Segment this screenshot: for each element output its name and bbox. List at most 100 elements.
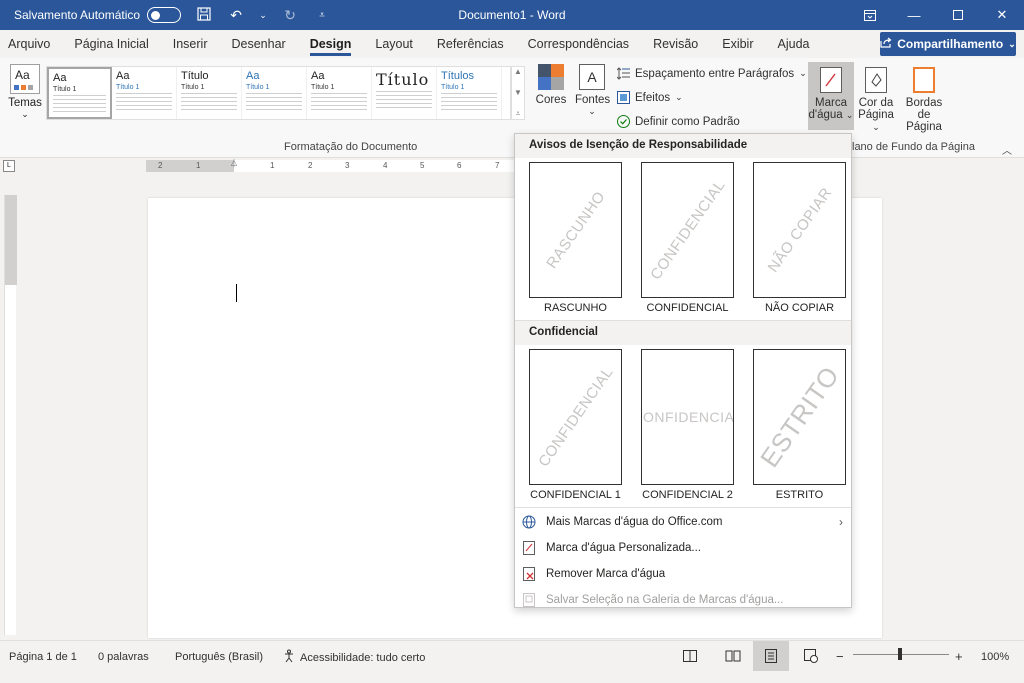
set-as-default-button[interactable]: Definir como Padrão: [617, 115, 740, 128]
page-count[interactable]: Página 1 de 1: [9, 651, 77, 663]
style-set-item[interactable]: Aa Título 1: [307, 67, 372, 119]
tab-layout[interactable]: Layout: [363, 30, 425, 58]
zoom-out-button[interactable]: −: [836, 649, 844, 664]
style-set-item[interactable]: Aa Título 1: [112, 67, 177, 119]
style-set-preview-lines: [53, 95, 106, 115]
watermark-preview-text: RASCUNHO: [542, 188, 609, 272]
autosave[interactable]: Salvamento Automático: [14, 7, 182, 23]
minimize-icon[interactable]: —: [892, 0, 936, 30]
web-layout-icon[interactable]: [793, 641, 829, 671]
menu-item-label: Salvar Seleção na Galeria de Marcas d'ág…: [546, 594, 784, 606]
horizontal-ruler[interactable]: ⏃ 2 1 1 2 3 4 5 6 7: [146, 158, 516, 172]
style-set-preview-lines: [311, 93, 367, 113]
zoom-in-button[interactable]: +: [955, 649, 963, 664]
marca-label-1: Marca: [815, 97, 847, 109]
maximize-icon[interactable]: [936, 0, 980, 30]
read-mode-icon[interactable]: [715, 641, 751, 671]
style-set-item[interactable]: Aa Título 1: [47, 67, 112, 119]
redo-icon[interactable]: ↻: [281, 7, 299, 24]
temas-button[interactable]: Aa Temas ⌄: [6, 64, 44, 124]
tab-selector[interactable]: L: [3, 160, 15, 172]
style-set-item[interactable]: Títulos Título 1: [437, 67, 502, 119]
chevron-down-icon: ⌄: [675, 92, 683, 102]
vertical-ruler[interactable]: [4, 195, 17, 635]
style-set-preview-title: Títulos: [441, 70, 475, 82]
cor-da-pagina-button[interactable]: Cor da Página ⌄: [856, 67, 896, 133]
marca-dagua-button[interactable]: Marca d'água ⌄: [808, 67, 854, 121]
focus-mode-icon[interactable]: [672, 641, 708, 671]
autosave-toggle[interactable]: [147, 7, 182, 23]
ribbon-design: Aa Temas ⌄ Aa Título 1 Aa Título 1 Título Tít…: [0, 58, 1024, 158]
tab-ajuda[interactable]: Ajuda: [766, 30, 822, 58]
watermark-option[interactable]: NÃO COPIAR NÃO COPIAR: [753, 162, 846, 314]
style-set-preview-heading: Título 1: [246, 84, 270, 91]
watermark-option[interactable]: CONFIDENCIAL CONFIDENCIAL: [641, 162, 734, 314]
watermark-preview-text: CONFIDENCIAL: [642, 409, 734, 425]
undo-icon[interactable]: ↶: [227, 7, 245, 24]
accessibility-icon: [283, 649, 297, 666]
zoom-slider-thumb[interactable]: [898, 648, 902, 660]
print-layout-icon[interactable]: [753, 641, 789, 671]
tab-referencias[interactable]: Referências: [425, 30, 516, 58]
tab-exibir[interactable]: Exibir: [710, 30, 765, 58]
text-cursor: [236, 284, 237, 302]
tab-inserir[interactable]: Inserir: [161, 30, 220, 58]
ruler-number: 4: [383, 161, 388, 170]
menu-item-globe[interactable]: Mais Marcas d'água do Office.com ›: [515, 509, 851, 535]
undo-dropdown-icon[interactable]: ⌄: [259, 10, 267, 21]
style-set-item[interactable]: Título: [372, 67, 437, 119]
tab-correspondencias[interactable]: Correspondências: [516, 30, 641, 58]
save-icon[interactable]: [195, 6, 213, 24]
tab-desenhar[interactable]: Desenhar: [219, 30, 297, 58]
indent-marker-icon[interactable]: ⏃: [230, 158, 238, 169]
paragraph-spacing-button[interactable]: Espaçamento entre Parágrafos ⌄: [616, 67, 807, 80]
watermark-row-confidencial: CONFIDENCIALCONFIDENCIAL 1CONFIDENCIALCO…: [515, 345, 851, 501]
menu-item-label: Marca d'água Personalizada...: [546, 542, 701, 554]
watermark-option[interactable]: CONFIDENCIAL CONFIDENCIAL 1: [529, 349, 622, 501]
themes-icon: Aa: [10, 64, 40, 94]
zoom-level[interactable]: 100%: [981, 651, 1009, 663]
watermark-option[interactable]: RASCUNHO RASCUNHO: [529, 162, 622, 314]
language-status[interactable]: Português (Brasil): [175, 651, 263, 663]
style-set-preview-heading: Título 1: [311, 84, 335, 91]
watermark-preview-text: ESTRITO: [753, 360, 845, 473]
watermark-option-label: CONFIDENCIAL: [646, 302, 729, 314]
gallery-scroll[interactable]: ▲ ▼ ⩡: [511, 66, 525, 120]
paragraph-spacing-icon: [616, 67, 630, 80]
word-count[interactable]: 0 palavras: [98, 651, 149, 663]
fontes-button[interactable]: A Fontes ⌄: [575, 64, 610, 117]
cores-button[interactable]: Cores: [534, 64, 568, 106]
tab-pagina-inicial[interactable]: Página Inicial: [62, 30, 160, 58]
close-icon[interactable]: ✕: [980, 0, 1024, 30]
efeitos-button[interactable]: Efeitos ⌄: [617, 91, 683, 104]
ruler-number: 5: [420, 161, 425, 170]
scroll-up-icon[interactable]: ▲: [514, 67, 522, 76]
share-button[interactable]: Compartilhamento ⌄: [880, 32, 1016, 56]
watermark-doc-icon: [521, 540, 537, 556]
menu-item-label: Mais Marcas d'água do Office.com: [546, 516, 723, 528]
ruler-margin-top: [5, 195, 17, 285]
ruler-number: 6: [457, 161, 462, 170]
save-gallery-icon: [521, 592, 537, 608]
menu-item-save-gallery: Salvar Seleção na Galeria de Marcas d'ág…: [515, 587, 851, 613]
style-set-item[interactable]: Aa Título 1: [242, 67, 307, 119]
customize-toolbar-icon[interactable]: ⩡: [313, 10, 331, 21]
watermark-icon: [820, 67, 842, 93]
tab-revisao[interactable]: Revisão: [641, 30, 710, 58]
accessibility-status[interactable]: Acessibilidade: tudo certo: [283, 649, 425, 666]
gallery-expand-icon[interactable]: ⩡: [516, 109, 521, 119]
watermark-option[interactable]: ESTRITO ESTRITO: [753, 349, 846, 501]
watermark-option-label: ESTRITO: [775, 489, 824, 501]
collapse-ribbon-icon[interactable]: ︿: [1002, 142, 1012, 157]
bordas-de-pagina-button[interactable]: Bordas de Página: [899, 67, 949, 133]
menu-item-remove-watermark[interactable]: Remover Marca d'água: [515, 561, 851, 587]
ruler-number: 7: [495, 161, 500, 170]
ribbon-display-icon[interactable]: [848, 0, 892, 30]
scroll-down-icon[interactable]: ▼: [514, 88, 522, 97]
style-set-item[interactable]: Título Título 1: [177, 67, 242, 119]
watermark-option[interactable]: CONFIDENCIAL CONFIDENCIAL 2: [641, 349, 734, 501]
tab-arquivo[interactable]: Arquivo: [0, 30, 62, 58]
window-controls: — ✕: [848, 0, 1024, 30]
tab-design[interactable]: Design: [298, 30, 364, 58]
menu-item-watermark-doc[interactable]: Marca d'água Personalizada...: [515, 535, 851, 561]
